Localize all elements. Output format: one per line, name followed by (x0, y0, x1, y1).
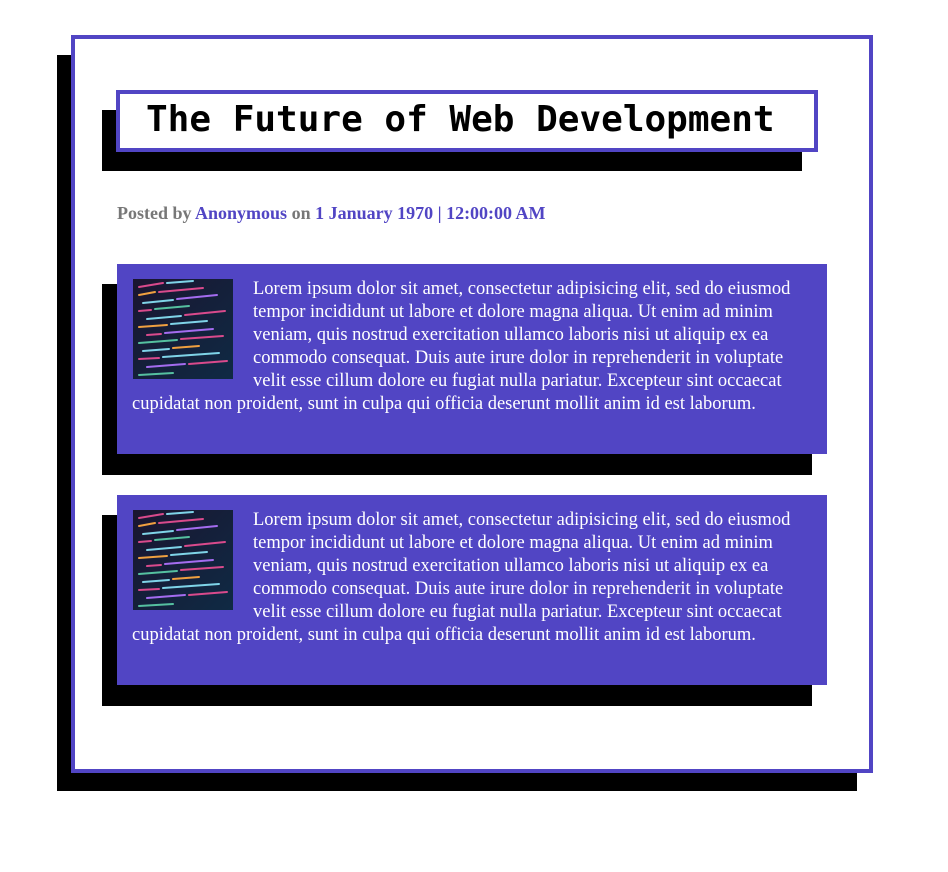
code-thumbnail-icon (133, 279, 233, 379)
page-title: The Future of Web Development (146, 99, 775, 140)
post-text: Lorem ipsum dolor sit amet, consectetur … (132, 279, 791, 414)
code-thumbnail-icon (133, 510, 233, 610)
author-name: Anonymous (195, 203, 288, 223)
on-label: on (291, 203, 311, 223)
post-time: 12:00:00 AM (446, 203, 546, 223)
title-box: The Future of Web Development (116, 90, 818, 152)
byline: Posted by Anonymous on 1 January 1970 | … (117, 201, 546, 225)
post-text: Lorem ipsum dolor sit amet, consectetur … (132, 510, 791, 645)
date-time-separator: | (437, 203, 442, 223)
post-card: Lorem ipsum dolor sit amet, consectetur … (117, 495, 827, 685)
post-date: 1 January 1970 (315, 203, 434, 223)
post-card: Lorem ipsum dolor sit amet, consectetur … (117, 264, 827, 454)
posted-by-label: Posted by (117, 203, 192, 223)
